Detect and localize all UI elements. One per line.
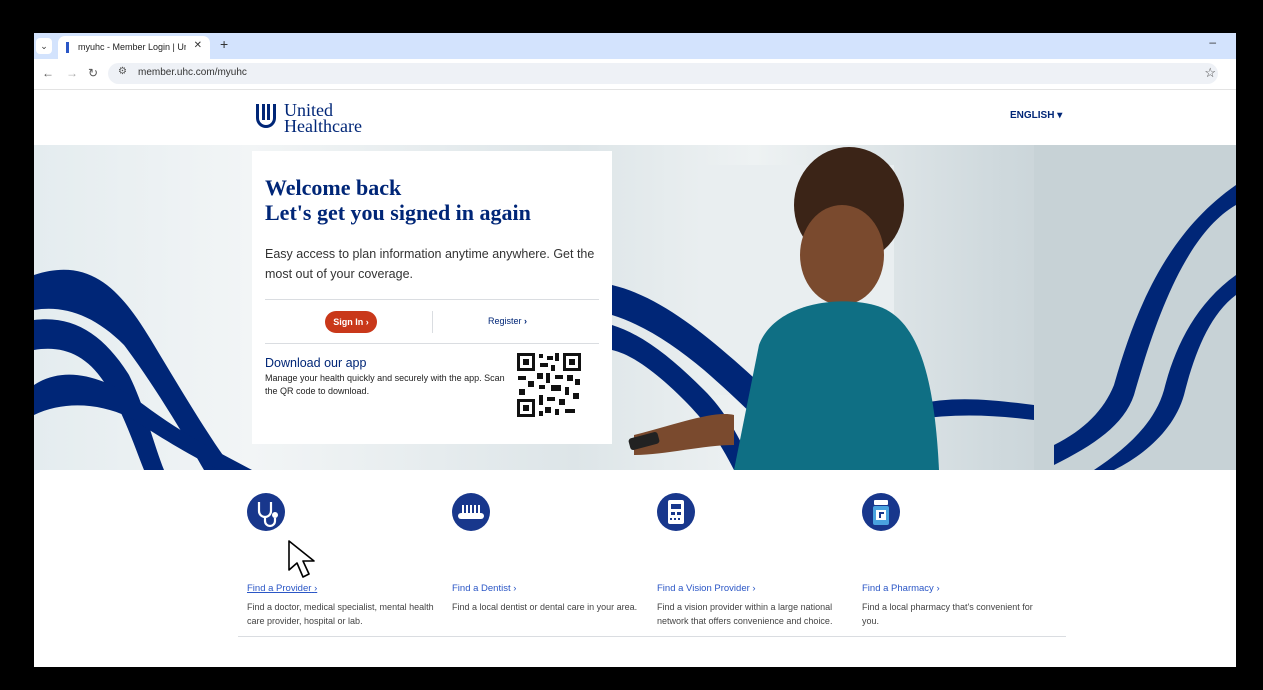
welcome-line1: Welcome back <box>265 175 402 200</box>
browser-window: ⌄ myuhc - Member Login | United ✕ + – ← … <box>34 33 1236 667</box>
find-dentist-description: Find a local dentist or dental care in y… <box>452 602 638 612</box>
find-vision-description: Find a vision provider within a large na… <box>657 602 833 626</box>
find-dentist-link[interactable]: Find a Dentist › <box>452 583 516 594</box>
uhc-u-icon <box>256 104 276 128</box>
sign-in-label: Sign In <box>333 317 364 327</box>
browser-toolbar: ← → ↻ ⚙ member.uhc.com/myuhc ☆ <box>34 59 1236 90</box>
find-pharmacy-description: Find a local pharmacy that's convenient … <box>862 602 1033 626</box>
hero-banner: Welcome back Let's get you signed in aga… <box>34 145 1236 470</box>
chevron-right-icon: › <box>365 317 369 327</box>
caret-down-icon: ▾ <box>1057 110 1063 121</box>
chevron-right-icon: › <box>524 316 528 326</box>
url-text[interactable]: member.uhc.com/myuhc <box>138 67 247 78</box>
find-dentist-label: Find a Dentist <box>452 583 511 594</box>
minimize-button[interactable]: – <box>1209 35 1216 49</box>
toothbrush-icon <box>452 493 490 531</box>
reload-icon[interactable]: ↻ <box>88 66 98 80</box>
bookmark-star-icon[interactable]: ☆ <box>1204 65 1216 81</box>
chevron-right-icon: › <box>513 583 517 594</box>
close-tab-icon[interactable]: ✕ <box>194 40 202 51</box>
section-divider <box>238 636 1066 637</box>
login-card: Welcome back Let's get you signed in aga… <box>252 151 612 444</box>
site-header: United Healthcare ENGLISH ▾ <box>34 90 1236 145</box>
register-label: Register <box>488 316 522 326</box>
find-provider-label: Find a Provider <box>247 583 312 594</box>
stethoscope-icon <box>247 493 285 531</box>
mouse-cursor-icon <box>288 540 315 578</box>
eye-chart-icon <box>657 493 695 531</box>
chevron-right-icon: › <box>936 583 940 594</box>
find-provider-link[interactable]: Find a Provider › <box>247 583 317 594</box>
language-selector[interactable]: ENGLISH ▾ <box>1010 110 1062 121</box>
tab-search-button[interactable]: ⌄ <box>36 38 52 54</box>
favicon-icon <box>66 42 69 53</box>
feature-row: Find a Provider › Find a doctor, medical… <box>34 470 1236 667</box>
find-pharmacy-label: Find a Pharmacy <box>862 583 934 594</box>
welcome-line2: Let's get you signed in again <box>265 200 531 225</box>
hero-background-image <box>34 145 1236 470</box>
find-vision-label: Find a Vision Provider <box>657 583 750 594</box>
forward-icon[interactable]: → <box>66 66 78 80</box>
qr-code[interactable] <box>515 351 583 419</box>
chevron-right-icon: › <box>314 583 318 594</box>
divider <box>265 343 599 344</box>
sign-in-button[interactable]: Sign In › <box>325 311 377 333</box>
download-app-title: Download our app <box>265 356 367 370</box>
logo-line2: Healthcare <box>284 116 362 136</box>
tab-title: myuhc - Member Login | United <box>78 42 186 52</box>
language-label: ENGLISH <box>1010 110 1055 121</box>
pill-bottle-icon <box>862 493 900 531</box>
tab-strip: ⌄ myuhc - Member Login | United ✕ + – <box>34 33 1236 59</box>
button-separator <box>432 311 433 333</box>
register-link[interactable]: Register › <box>488 316 527 326</box>
back-icon[interactable]: ← <box>42 66 54 80</box>
find-pharmacy-link[interactable]: Find a Pharmacy › <box>862 583 940 594</box>
download-app-description: Manage your health quickly and securely … <box>265 373 505 396</box>
address-bar[interactable]: ⚙ member.uhc.com/myuhc <box>108 63 1218 84</box>
welcome-heading: Welcome back Let's get you signed in aga… <box>265 175 605 225</box>
site-info-icon[interactable]: ⚙ <box>118 66 127 77</box>
chevron-right-icon: › <box>752 583 756 594</box>
welcome-description: Easy access to plan information anytime … <box>265 247 595 281</box>
new-tab-button[interactable]: + <box>220 36 228 52</box>
find-provider-description: Find a doctor, medical specialist, menta… <box>247 602 434 626</box>
active-tab[interactable]: myuhc - Member Login | United ✕ <box>58 36 210 59</box>
find-vision-link[interactable]: Find a Vision Provider › <box>657 583 756 594</box>
divider <box>265 299 599 300</box>
